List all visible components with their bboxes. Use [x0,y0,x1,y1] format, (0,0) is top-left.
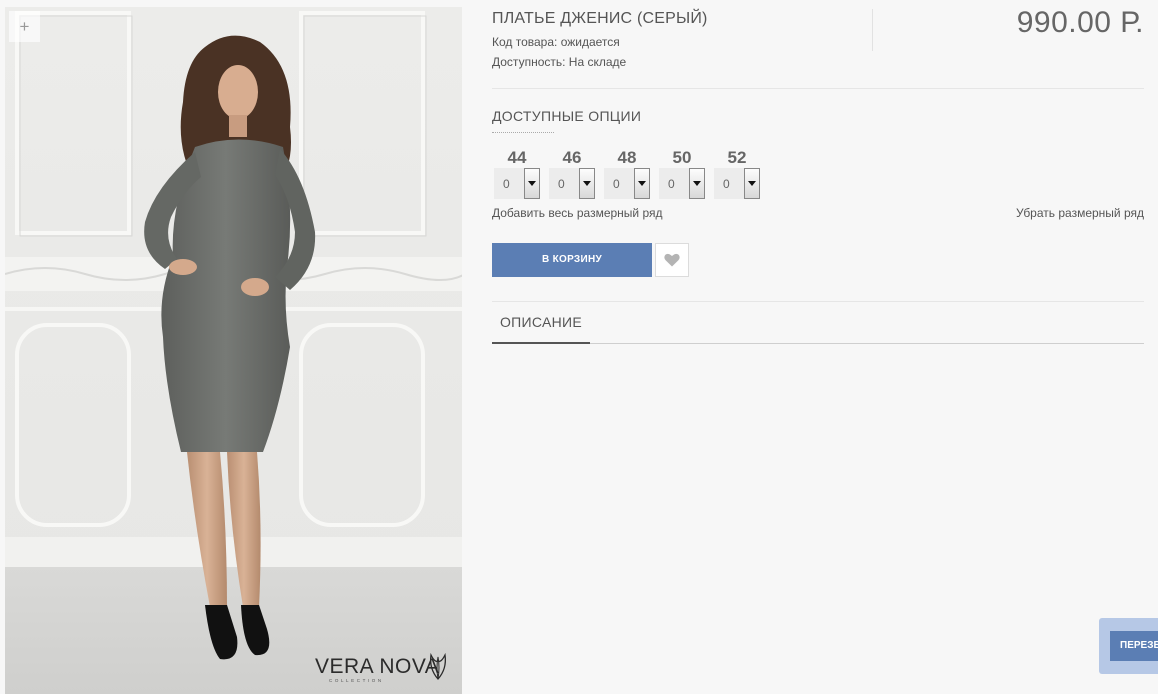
brand-subtitle: COLLECTION [329,678,384,683]
options-heading: ДОСТУПНЫЕ ОПЦИИ [492,108,642,124]
product-code: Код товара: ожидается [492,35,620,49]
size-label: 52 [727,148,747,167]
size-quantity-select[interactable]: 0 [714,168,760,199]
chevron-down-icon[interactable] [689,168,705,199]
product-price: 990.00 Р. [1016,6,1144,39]
divider [492,301,1144,302]
size-label: 46 [562,148,582,167]
size-option-48: 48 0 [604,148,659,199]
brand-logo: VERA NOVA COLLECTION [315,649,455,687]
size-quantity-value: 0 [668,177,675,191]
size-label: 50 [672,148,692,167]
size-option-44: 44 0 [494,148,549,199]
chevron-down-icon[interactable] [634,168,650,199]
tab-description[interactable]: ОПИСАНИЕ [492,312,590,342]
price-divider [872,9,873,51]
options-heading-underline [492,132,554,133]
plus-icon: + [19,17,30,36]
tulip-icon [430,652,446,680]
chevron-down-icon[interactable] [579,168,595,199]
add-to-cart-button[interactable]: В КОРЗИНУ [492,243,652,277]
size-quantity-value: 0 [503,177,510,191]
product-title: ПЛАТЬЕ ДЖЕНИС (СЕРЫЙ) [492,10,708,27]
size-quantity-select[interactable]: 0 [604,168,650,199]
remove-all-sizes-link[interactable]: Убрать размерный ряд [1016,206,1144,220]
size-label: 48 [617,148,637,167]
size-quantity-select[interactable]: 0 [549,168,595,199]
chevron-down-icon[interactable] [744,168,760,199]
size-option-52: 52 0 [714,148,769,199]
zoom-button[interactable]: + [9,11,40,42]
product-availability: Доступность: На складе [492,55,627,69]
wishlist-button[interactable] [655,243,689,277]
size-option-46: 46 0 [549,148,604,199]
size-options: 44 0 46 0 48 0 50 0 52 0 [494,148,769,199]
chevron-down-icon[interactable] [524,168,540,199]
size-quantity-value: 0 [613,177,620,191]
size-label: 44 [507,148,527,167]
size-quantity-select[interactable]: 0 [659,168,705,199]
brand-name: VERA NOVA [315,655,440,678]
size-quantity-value: 0 [558,177,565,191]
add-all-sizes-link[interactable]: Добавить весь размерный ряд [492,206,663,220]
product-photo[interactable]: + VERA NOVA COLLECTION [5,7,462,694]
callback-button[interactable]: ПЕРЕЗВ [1110,631,1158,661]
heart-icon [664,253,680,267]
size-quantity-value: 0 [723,177,730,191]
tab-active-indicator [492,342,590,344]
photo-image [5,7,462,694]
size-option-50: 50 0 [659,148,714,199]
divider [492,88,1144,89]
size-quantity-select[interactable]: 0 [494,168,540,199]
